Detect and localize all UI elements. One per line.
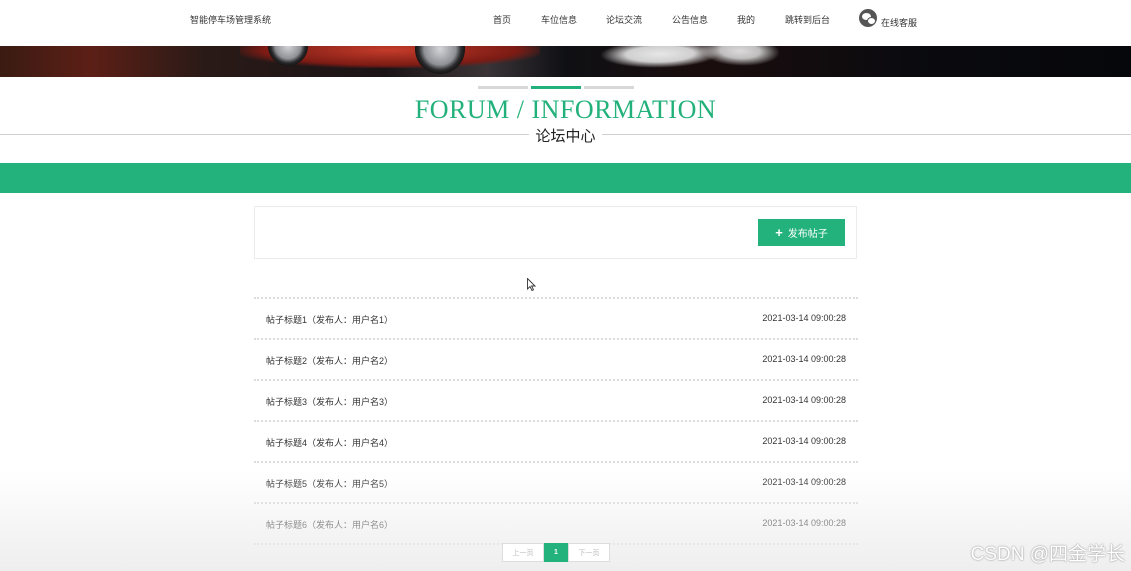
section-indicator (478, 86, 634, 89)
post-title[interactable]: 帖子标题3（发布人：用户名3） (266, 395, 393, 408)
wechat-icon (859, 9, 877, 27)
indicator-bar (478, 86, 528, 89)
green-band (0, 163, 1131, 193)
plus-icon: + (775, 225, 783, 240)
post-title[interactable]: 帖子标题6（发布人：用户名6） (266, 518, 393, 531)
publish-post-button[interactable]: + 发布帖子 (758, 219, 845, 246)
watermark-text: CSDN @四金学长 (970, 544, 1125, 565)
next-page-button[interactable]: 下一页 (568, 543, 610, 562)
post-row[interactable]: 帖子标题3（发布人：用户名3） 2021-03-14 09:00:28 (254, 379, 858, 420)
indicator-bar (584, 86, 634, 89)
indicator-bar-active (531, 86, 581, 89)
post-row[interactable]: 帖子标题4（发布人：用户名4） 2021-03-14 09:00:28 (254, 420, 858, 461)
nav-mine[interactable]: 我的 (737, 13, 755, 26)
post-date: 2021-03-14 09:00:28 (762, 518, 846, 528)
section-title-cn-wrap: 论坛中心 (0, 125, 1131, 146)
post-title[interactable]: 帖子标题2（发布人：用户名2） (266, 354, 393, 367)
nav-admin[interactable]: 跳转到后台 (785, 13, 830, 26)
post-title[interactable]: 帖子标题1（发布人：用户名1） (266, 313, 393, 326)
section-title-cn: 论坛中心 (529, 125, 602, 146)
banner-image (0, 46, 1131, 77)
pagination: 上一页 1 下一页 (502, 543, 610, 562)
publish-post-label: 发布帖子 (787, 229, 828, 240)
section-title-en: FORUM / INFORMATION (414, 95, 717, 124)
toolbar-panel: + 发布帖子 (254, 206, 857, 259)
post-row[interactable]: 帖子标题6（发布人：用户名6） 2021-03-14 09:00:28 (254, 502, 858, 543)
post-row[interactable]: 帖子标题2（发布人：用户名2） 2021-03-14 09:00:28 (254, 338, 858, 379)
nav-parking-info[interactable]: 车位信息 (541, 13, 577, 26)
prev-page-button[interactable]: 上一页 (502, 543, 544, 562)
post-date: 2021-03-14 09:00:28 (762, 395, 846, 405)
car-wheel-graphic (415, 46, 465, 74)
nav-home[interactable]: 首页 (493, 13, 511, 26)
post-date: 2021-03-14 09:00:28 (762, 354, 846, 364)
nav-notice[interactable]: 公告信息 (672, 13, 708, 26)
brush-stroke-graphic (695, 46, 785, 66)
post-title[interactable]: 帖子标题4（发布人：用户名4） (266, 436, 393, 449)
post-row[interactable]: 帖子标题5（发布人：用户名5） 2021-03-14 09:00:28 (254, 461, 858, 502)
post-title[interactable]: 帖子标题5（发布人：用户名5） (266, 477, 393, 490)
post-list: 帖子标题1（发布人：用户名1） 2021-03-14 09:00:28 帖子标题… (254, 297, 858, 545)
main-nav: 首页 车位信息 论坛交流 公告信息 我的 跳转到后台 (0, 13, 1131, 27)
post-date: 2021-03-14 09:00:28 (762, 477, 846, 487)
post-date: 2021-03-14 09:00:28 (762, 313, 846, 323)
post-row[interactable]: 帖子标题1（发布人：用户名1） 2021-03-14 09:00:28 (254, 297, 858, 338)
top-header: 智能停车场管理系统 首页 车位信息 论坛交流 公告信息 我的 跳转到后台 在线客… (0, 0, 1131, 46)
post-date: 2021-03-14 09:00:28 (762, 436, 846, 446)
page-1-button[interactable]: 1 (544, 543, 568, 562)
online-service-label: 在线客服 (881, 18, 918, 28)
nav-forum[interactable]: 论坛交流 (606, 13, 642, 26)
